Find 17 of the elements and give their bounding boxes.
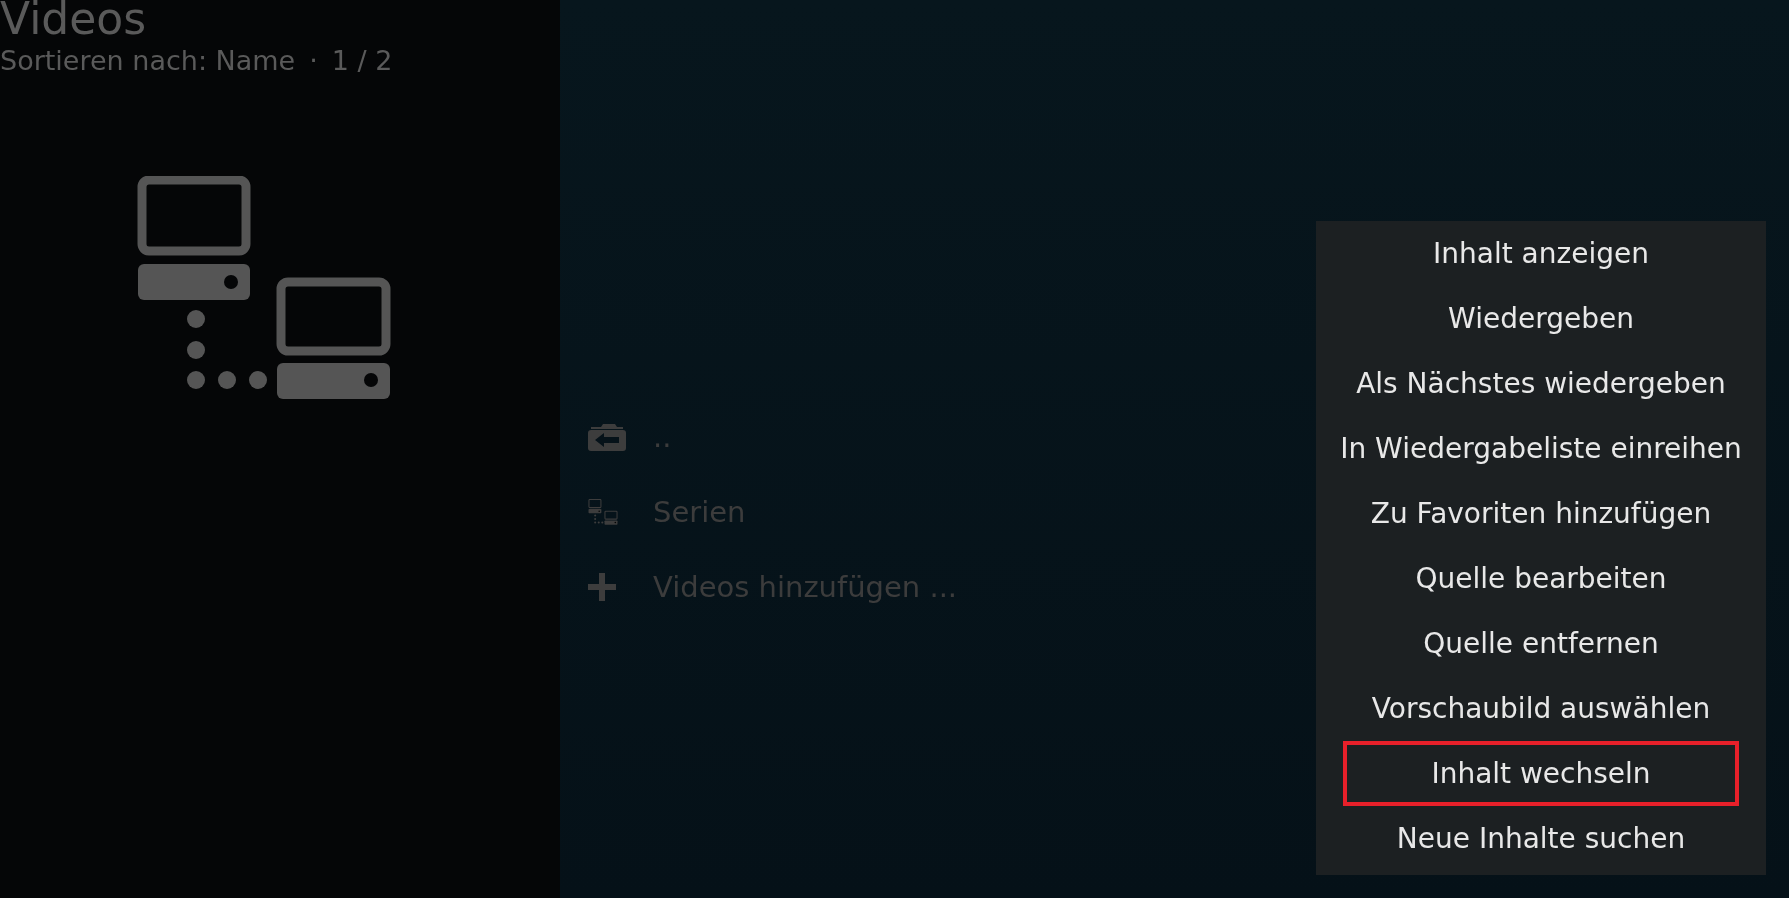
network-computers-icon [588,498,618,525]
network-computers-icon [136,176,392,402]
menu-item[interactable]: Neue Inhalte suchen [1343,806,1739,871]
menu-item[interactable]: Inhalt wechseln [1343,741,1739,806]
menu-item[interactable]: Quelle entfernen [1343,611,1739,676]
menu-item[interactable]: Vorschaubild auswählen [1343,676,1739,741]
page-counter: 1 / 2 [331,44,393,78]
folder-back-icon [588,422,626,451]
menu-item[interactable]: Wiedergeben [1343,286,1739,351]
menu-item[interactable]: Zu Favoriten hinzufügen [1343,481,1739,546]
separator-dot: · [309,44,318,78]
menu-item[interactable]: Quelle bearbeiten [1343,546,1739,611]
menu-item[interactable]: In Wiedergabeliste einreihen [1343,416,1739,481]
page-title: Videos [0,0,147,44]
plus-icon [588,572,616,601]
menu-item[interactable]: Inhalt anzeigen [1343,221,1739,286]
menu-item[interactable]: Als Nächstes wiedergeben [1343,351,1739,416]
